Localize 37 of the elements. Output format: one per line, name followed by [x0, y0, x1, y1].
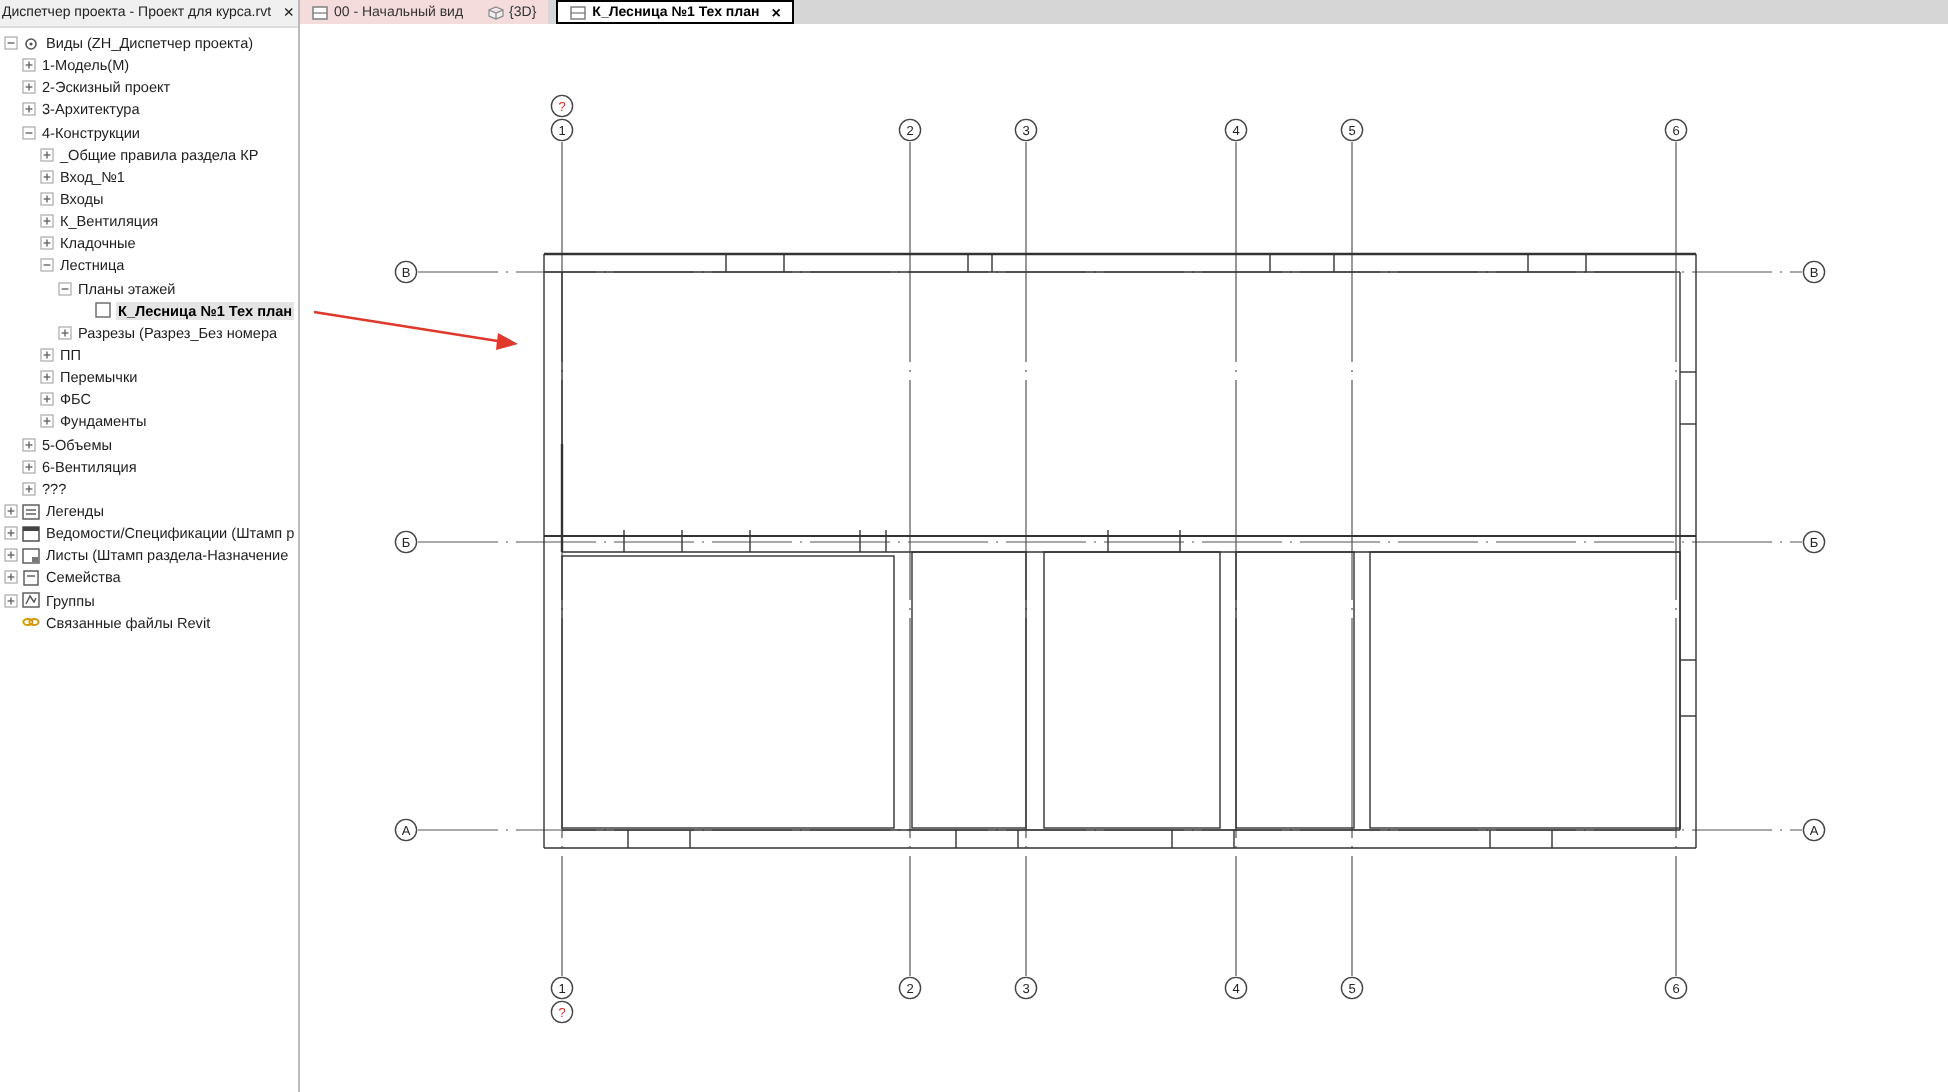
- expand-icon[interactable]: [22, 80, 36, 95]
- legend-icon: [22, 503, 40, 520]
- group-icon: [22, 592, 40, 609]
- expand-icon[interactable]: [40, 169, 54, 184]
- expand-icon[interactable]: [40, 414, 54, 429]
- expand-icon[interactable]: [22, 58, 36, 73]
- collapse-icon[interactable]: [22, 125, 36, 140]
- expand-icon[interactable]: [40, 214, 54, 229]
- plan-view-icon: [312, 5, 328, 19]
- collapse-icon[interactable]: [40, 258, 54, 273]
- expand-icon[interactable]: [4, 526, 18, 541]
- collapse-icon[interactable]: [58, 281, 72, 296]
- expand-icon[interactable]: [40, 192, 54, 207]
- table-icon: [22, 525, 40, 542]
- expand-icon[interactable]: [40, 236, 54, 251]
- family-icon: [22, 569, 40, 586]
- expand-icon[interactable]: [40, 348, 54, 363]
- plan-view-icon: [570, 5, 587, 19]
- expand-icon[interactable]: [40, 370, 54, 385]
- expand-icon[interactable]: [22, 102, 36, 117]
- expand-icon[interactable]: [4, 570, 18, 585]
- expand-icon[interactable]: [4, 548, 18, 563]
- expand-icon[interactable]: [22, 437, 36, 452]
- expand-icon[interactable]: [40, 147, 54, 162]
- collapse-icon[interactable]: [4, 36, 18, 51]
- expand-icon[interactable]: [58, 325, 72, 340]
- plan-view-icon: [94, 302, 112, 319]
- sheet-icon: [22, 547, 40, 564]
- cube-icon: [487, 5, 504, 19]
- expand-icon[interactable]: [22, 481, 36, 496]
- close-button[interactable]: ×: [279, 4, 298, 22]
- expand-icon[interactable]: [4, 504, 18, 519]
- expand-icon[interactable]: [22, 459, 36, 474]
- expand-icon[interactable]: [40, 392, 54, 407]
- link-icon: [22, 614, 40, 631]
- views-icon: [22, 35, 40, 52]
- expand-icon[interactable]: [4, 593, 18, 608]
